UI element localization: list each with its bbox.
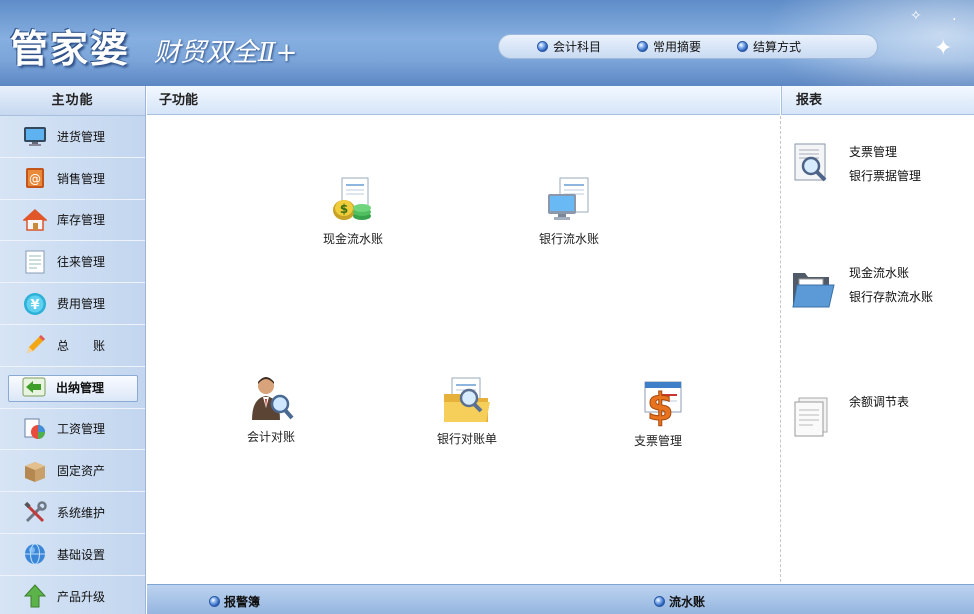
product-logo-sub: 财贸双全Ⅱ+ [154,38,298,68]
bullet-icon [737,41,749,52]
app-window: 管家婆 财贸双全Ⅱ+ ✦ ✧ · 会计科目 常用摘要 结算方式 主功能 进货管理… [0,0,974,614]
top-link-label: 常用摘要 [653,40,702,54]
footer-link-alerts[interactable]: 报警簿 [209,593,260,610]
reports-panel: 支票管理 银行票据管理 现金流水账 银行存款流水账 余额调节表 [781,116,974,582]
top-link-label: 会计科目 [553,40,602,54]
func-label: 银行对账单 [436,432,497,446]
footer-link-label: 流水账 [669,595,706,609]
report-link-bank-deposit-journal[interactable]: 银行存款流水账 [849,285,974,309]
top-link-summaries[interactable]: 常用摘要 [637,38,701,55]
footer-link-label: 报警簿 [224,595,261,609]
func-accounting-reconcile[interactable]: 会计对账 [216,374,326,445]
sidebar-item-label: 费用管理 [57,297,106,312]
document-icon [23,250,47,274]
func-label: 银行流水账 [538,232,599,246]
report-search-icon [791,140,835,184]
func-label: 现金流水账 [322,232,383,246]
top-link-settlement[interactable]: 结算方式 [737,38,801,55]
func-bank-journal[interactable]: 银行流水账 [514,176,624,247]
sidebar-item-label: 产品升级 [57,589,106,604]
pages-icon [791,396,835,440]
arrow-left-icon [22,375,46,399]
header-banner: 管家婆 财贸双全Ⅱ+ ✦ ✧ · 会计科目 常用摘要 结算方式 [0,0,974,86]
sidebar-item-fixed-assets[interactable]: 固定资产 [0,450,145,493]
top-link-accounts[interactable]: 会计科目 [537,38,601,55]
open-folder-icon [791,269,835,313]
func-label: 会计对账 [246,430,295,444]
accountant-search-icon [246,374,296,424]
report-link-cash-journal[interactable]: 现金流水账 [849,261,974,285]
top-link-label: 结算方式 [753,40,802,54]
sidebar-item-expenses[interactable]: ¥ 费用管理 [0,283,145,325]
sidebar-item-inventory[interactable]: 库存管理 [0,200,145,242]
main-function-sidebar: 主功能 进货管理 @ 销售管理 库存管理 往来管理 ¥ 费用管理 总 账 出纳管… [0,86,146,614]
svg-text:¥: ¥ [30,298,39,313]
sidebar-item-payroll[interactable]: 工资管理 [0,409,145,451]
func-cash-journal[interactable]: $ 现金流水账 [298,176,408,247]
email-book-icon: @ [23,166,47,190]
report-links: 支票管理 银行票据管理 [849,140,974,188]
reports-heading: 报表 [781,86,974,115]
sidebar-item-ledger[interactable]: 总 账 [0,325,145,367]
sparkle-icon: ✦ [934,36,953,61]
sidebar-item-label: 总 账 [57,338,106,353]
report-links: 余额调节表 [849,390,974,414]
sidebar-item-accounts[interactable]: 往来管理 [0,241,145,284]
sidebar-item-label: 系统维护 [57,506,106,521]
sidebar-item-label: 出纳管理 [56,380,105,395]
sidebar-item-label: 基础设置 [57,547,106,562]
subfunction-panel: $ 现金流水账 银行流水账 会计对账 银行对账单 $ 支票管理 [147,116,780,582]
product-logo-main: 管家婆 [10,26,131,71]
bullet-icon [209,596,220,607]
svg-text:$: $ [647,385,673,428]
monitor-icon [23,124,47,148]
sidebar-item-label: 销售管理 [57,171,106,186]
chart-pie-icon [23,417,47,441]
box-icon [23,459,47,483]
bullet-icon [537,41,548,52]
house-icon [23,208,47,232]
sidebar-item-basic-settings[interactable]: 基础设置 [0,534,145,576]
sidebar-item-upgrade[interactable]: 产品升级 [0,576,145,614]
bank-computer-icon [544,176,594,226]
yen-coin-icon: ¥ [23,292,47,316]
sidebar-item-sales[interactable]: @ 销售管理 [0,158,145,200]
footer-bar: 报警簿 流水账 [147,584,974,614]
bullet-icon [654,596,665,607]
func-label: 支票管理 [633,434,682,448]
dollar-check-icon: $ [633,378,683,430]
sidebar-item-cashier[interactable]: 出纳管理 [0,367,145,409]
folder-search-icon [442,376,492,426]
up-arrow-icon [23,584,47,608]
sidebar-item-maintenance[interactable]: 系统维护 [0,492,145,534]
sidebar-item-label: 进货管理 [57,129,106,144]
sparkle-icon: ✧ [910,8,922,24]
tools-icon [23,500,47,525]
sparkle-icon: · [952,12,957,28]
bullet-icon [637,41,649,52]
sidebar-item-label: 固定资产 [57,464,106,479]
svg-text:@: @ [29,172,41,186]
report-link-balance-reconcile[interactable]: 余额调节表 [849,390,974,414]
cash-icon: $ [328,176,378,226]
header-band [0,60,974,86]
sidebar-item-label: 工资管理 [57,422,106,437]
report-link-bank-notes[interactable]: 银行票据管理 [849,164,974,188]
globe-icon [23,542,47,566]
report-link-check-management[interactable]: 支票管理 [849,140,974,164]
func-bank-statement[interactable]: 银行对账单 [412,376,522,447]
sidebar-item-purchase[interactable]: 进货管理 [0,116,145,158]
footer-link-journal[interactable]: 流水账 [654,593,705,610]
func-check-management[interactable]: $ 支票管理 [603,378,713,449]
report-links: 现金流水账 银行存款流水账 [849,261,974,309]
svg-text:$: $ [340,202,348,216]
sidebar-title: 主功能 [0,86,145,116]
top-links-bar: 会计科目 常用摘要 结算方式 [498,34,878,59]
sidebar-item-label: 库存管理 [57,213,106,228]
sidebar-item-label: 往来管理 [57,255,106,270]
pencil-icon [23,333,47,357]
subfunction-heading: 子功能 [147,86,780,115]
